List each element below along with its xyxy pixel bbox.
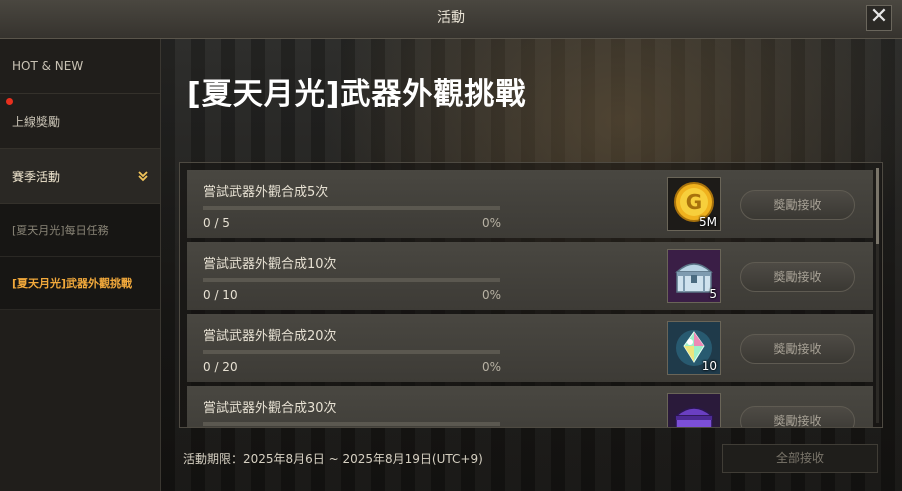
sidebar: HOT & NEW 上線獎勵 賽季活動 [夏天月光]每日任務 [夏天月光]武器外… [0, 39, 161, 491]
mission-percent: 0% [481, 216, 501, 230]
claim-reward-button[interactable]: 獎勵接收 [740, 334, 855, 364]
reward-quantity: 5M [699, 215, 717, 229]
window-titlebar: 活動 [0, 0, 902, 39]
scrollbar-thumb[interactable] [876, 168, 879, 244]
close-button[interactable]: ✕ [866, 5, 892, 31]
chevron-down-icon [136, 169, 150, 183]
window-title: 活動 [437, 10, 465, 26]
sidebar-item-label: 賽季活動 [12, 169, 61, 184]
mission-count: 0 / 20 [203, 360, 238, 374]
mission-list[interactable]: 嘗試武器外觀合成5次 0 / 5 0% G 5M 獎勵接收 嘗試武器外觀合成10… [179, 162, 883, 428]
mission-label: 嘗試武器外觀合成5次 [203, 185, 329, 200]
claim-all-button[interactable]: 全部接收 [722, 444, 878, 473]
sidebar-item-label: HOT & NEW [12, 59, 84, 73]
sidebar-item-login-reward[interactable]: 上線獎勵 [0, 94, 160, 149]
mission-row: 嘗試武器外觀合成10次 0 / 10 0% 5 獎勵接收 [187, 242, 873, 310]
mission-label: 嘗試武器外觀合成20次 [203, 329, 337, 344]
claim-reward-button[interactable]: 獎勵接收 [740, 406, 855, 427]
event-period: 活動期限：2025年8月6日 ~ 2025年8月19日(UTC+9) [183, 452, 483, 466]
sidebar-subitem-label: [夏天月光]每日任務 [12, 224, 109, 237]
reward-slot[interactable]: G 5M [667, 177, 721, 231]
sidebar-item-season-event[interactable]: 賽季活動 [0, 149, 160, 204]
purple-chest-icon [674, 407, 714, 427]
close-icon: ✕ [869, 4, 889, 29]
sidebar-item-hot-new[interactable]: HOT & NEW [0, 39, 160, 94]
reward-slot[interactable]: 10 [667, 321, 721, 375]
mission-percent: 0% [481, 360, 501, 374]
reward-quantity: 5 [709, 287, 717, 301]
claim-reward-button[interactable]: 獎勵接收 [740, 262, 855, 292]
scrollbar[interactable] [876, 168, 879, 423]
sidebar-item-label: 上線獎勵 [12, 114, 61, 129]
mission-percent: 0% [481, 288, 501, 302]
main-content: [夏天月光]武器外觀挑戰 嘗試武器外觀合成5次 0 / 5 0% G 5M 獎勵… [161, 39, 902, 491]
claim-reward-button[interactable]: 獎勵接收 [740, 190, 855, 220]
sidebar-subitem-label: [夏天月光]武器外觀挑戰 [12, 277, 133, 290]
progress-bar [203, 422, 500, 426]
reward-slot[interactable] [667, 393, 721, 427]
progress-bar [203, 278, 500, 282]
svg-text:G: G [686, 190, 702, 214]
mission-row: 嘗試武器外觀合成5次 0 / 5 0% G 5M 獎勵接收 [187, 170, 873, 238]
reward-slot[interactable]: 5 [667, 249, 721, 303]
notification-dot-icon [6, 98, 13, 105]
sidebar-subitem-weapon-challenge[interactable]: [夏天月光]武器外觀挑戰 [0, 257, 160, 310]
mission-label: 嘗試武器外觀合成30次 [203, 401, 337, 416]
mission-count: 0 / 10 [203, 288, 238, 302]
mission-row: 嘗試武器外觀合成20次 0 / 20 0% 10 獎勵接收 [187, 314, 873, 382]
mission-count: 0 / 5 [203, 216, 230, 230]
mission-label: 嘗試武器外觀合成10次 [203, 257, 337, 272]
progress-bar [203, 206, 500, 210]
progress-bar [203, 350, 500, 354]
reward-quantity: 10 [701, 359, 717, 373]
event-title: [夏天月光]武器外觀挑戰 [187, 77, 527, 112]
sidebar-subitem-daily-mission[interactable]: [夏天月光]每日任務 [0, 204, 160, 257]
mission-row: 嘗試武器外觀合成30次 獎勵接收 [187, 386, 873, 427]
